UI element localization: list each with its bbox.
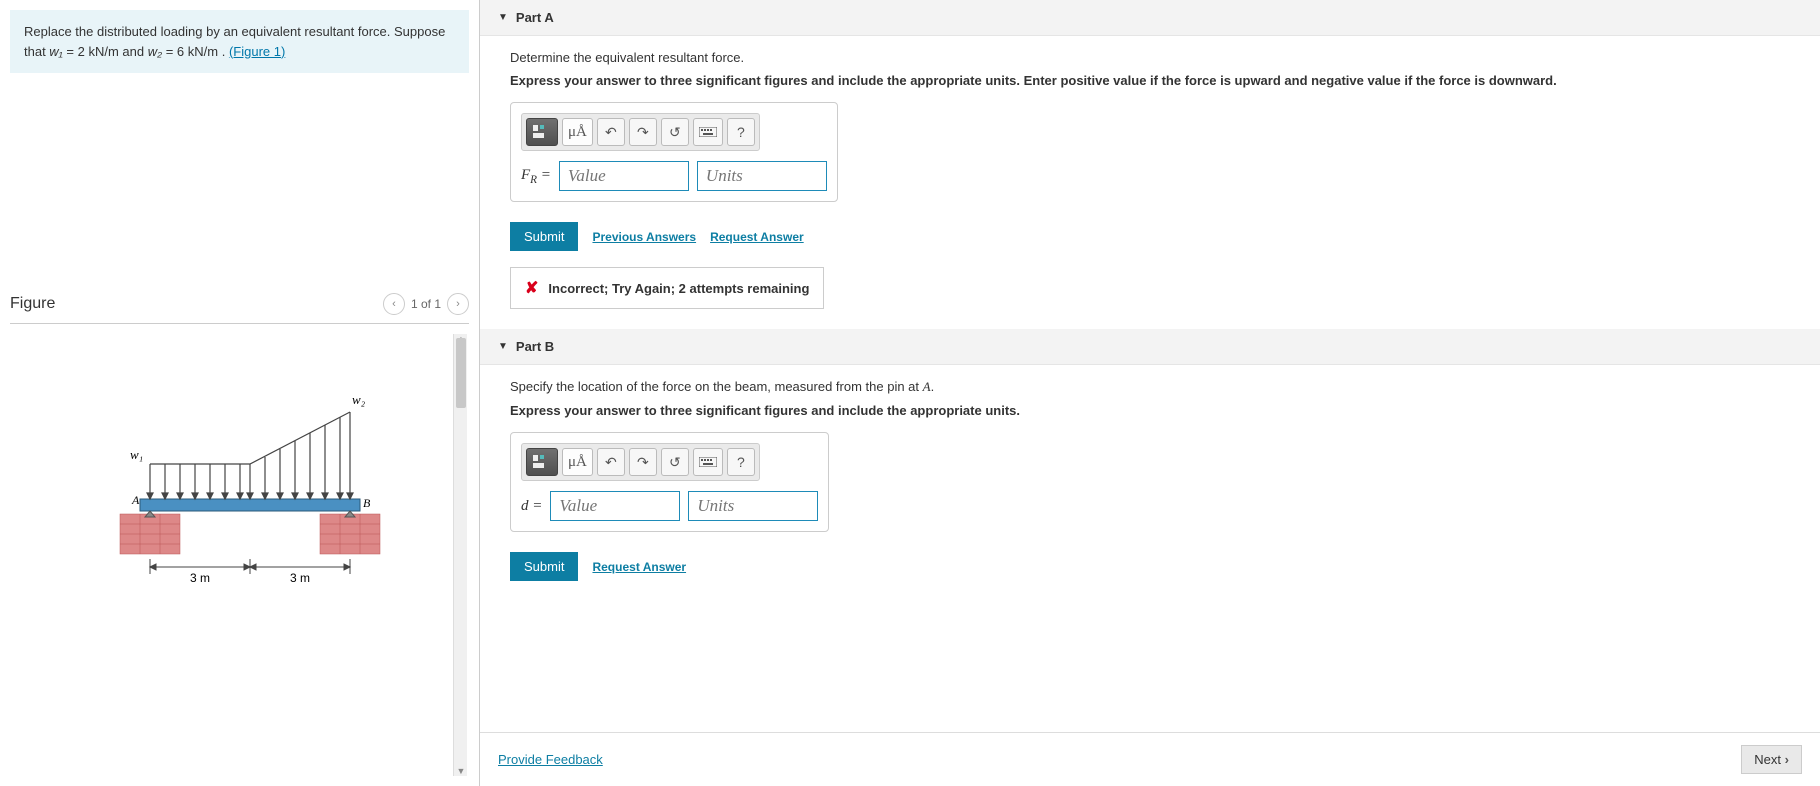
b-label: B: [363, 496, 371, 510]
problem-statement: Replace the distributed loading by an eq…: [10, 10, 469, 73]
figure-scrollbar[interactable]: ▲ ▼: [453, 334, 467, 776]
part-b-toolbar: μÅ ↶ ↷ ↺ ?: [521, 443, 760, 481]
units-button[interactable]: μÅ: [562, 118, 593, 146]
part-b-instr-var: A: [923, 379, 931, 394]
a-label: A: [131, 493, 140, 507]
period: .: [222, 44, 229, 59]
figure-link[interactable]: (Figure 1): [229, 44, 285, 59]
undo-button[interactable]: ↶: [597, 448, 625, 476]
part-b-submit-row: Submit Request Answer: [510, 552, 1790, 581]
figure-section: Figure ‹ 1 of 1 ›: [0, 293, 479, 776]
figure-nav: ‹ 1 of 1 ›: [383, 293, 469, 315]
right-panel: ▼ Part A Determine the equivalent result…: [480, 0, 1820, 786]
part-a-answer-row: FR =: [521, 161, 827, 191]
help-button[interactable]: ?: [727, 448, 755, 476]
part-a-value-input[interactable]: [559, 161, 689, 191]
part-a-toolbar: μÅ ↶ ↷ ↺ ?: [521, 113, 760, 151]
next-button[interactable]: Next ›: [1741, 745, 1802, 774]
w2-label: w₂: [352, 392, 366, 407]
dim1: 3 m: [190, 571, 210, 585]
incorrect-icon: ✘: [525, 278, 538, 298]
part-a-feedback: ✘ Incorrect; Try Again; 2 attempts remai…: [510, 267, 824, 309]
part-b-var-label: d =: [521, 498, 542, 515]
provide-feedback-link[interactable]: Provide Feedback: [498, 752, 603, 767]
reset-button[interactable]: ↺: [661, 118, 689, 146]
part-b-request-answer-link[interactable]: Request Answer: [592, 560, 686, 574]
w2-eq: = 6 kN/m: [162, 44, 218, 59]
templates-button[interactable]: [526, 118, 558, 146]
and: and: [122, 44, 147, 59]
part-b-instr-suffix: .: [931, 379, 935, 394]
part-a-submit-row: Submit Previous Answers Request Answer: [510, 222, 1790, 251]
figure-title: Figure: [10, 295, 55, 313]
figure-nav-text: 1 of 1: [411, 297, 441, 311]
part-a-bold-instruction: Express your answer to three significant…: [510, 73, 1790, 88]
part-b-answer-box: μÅ ↶ ↷ ↺ ? d =: [510, 432, 829, 532]
units-button[interactable]: μÅ: [562, 448, 593, 476]
figure-body: w₁ w₂ A B: [10, 334, 469, 776]
w1-var: w₁: [49, 44, 63, 59]
w1-eq: = 2 kN/m: [63, 44, 119, 59]
left-panel: Replace the distributed loading by an eq…: [0, 0, 480, 786]
footer: Provide Feedback Next ›: [480, 732, 1820, 786]
part-a-feedback-text: Incorrect; Try Again; 2 attempts remaini…: [548, 281, 809, 296]
caret-down-icon: ▼: [498, 12, 508, 23]
scroll-down-icon[interactable]: ▼: [454, 764, 468, 778]
redo-button[interactable]: ↷: [629, 448, 657, 476]
undo-button[interactable]: ↶: [597, 118, 625, 146]
part-b-submit-button[interactable]: Submit: [510, 552, 578, 581]
reset-button[interactable]: ↺: [661, 448, 689, 476]
scroll-thumb[interactable]: [456, 338, 466, 408]
w1-label: w₁: [130, 447, 143, 462]
help-button[interactable]: ?: [727, 118, 755, 146]
part-b-units-input[interactable]: [688, 491, 818, 521]
beam-diagram: w₁ w₂ A B: [90, 364, 390, 594]
part-a-var-label: FR =: [521, 167, 551, 186]
part-a-instruction: Determine the equivalent resultant force…: [510, 50, 1790, 65]
part-a-units-input[interactable]: [697, 161, 827, 191]
part-b-body: Specify the location of the force on the…: [480, 365, 1820, 601]
figure-next-button[interactable]: ›: [447, 293, 469, 315]
part-a-header[interactable]: ▼ Part A: [480, 0, 1820, 36]
part-b-instruction: Specify the location of the force on the…: [510, 379, 1790, 395]
part-b-header[interactable]: ▼ Part B: [480, 329, 1820, 365]
part-a-title: Part A: [516, 10, 554, 25]
caret-down-icon: ▼: [498, 341, 508, 352]
part-a-request-answer-link[interactable]: Request Answer: [710, 230, 804, 244]
keyboard-button[interactable]: [693, 118, 723, 146]
dim2: 3 m: [290, 571, 310, 585]
part-a-body: Determine the equivalent resultant force…: [480, 36, 1820, 329]
part-a-submit-button[interactable]: Submit: [510, 222, 578, 251]
redo-button[interactable]: ↷: [629, 118, 657, 146]
part-b-answer-row: d =: [521, 491, 818, 521]
part-b-title: Part B: [516, 339, 554, 354]
keyboard-button[interactable]: [693, 448, 723, 476]
part-b-instr-prefix: Specify the location of the force on the…: [510, 379, 923, 394]
part-a-previous-answers-link[interactable]: Previous Answers: [592, 230, 696, 244]
part-a-answer-box: μÅ ↶ ↷ ↺ ? FR =: [510, 102, 838, 202]
figure-header: Figure ‹ 1 of 1 ›: [10, 293, 469, 324]
templates-button[interactable]: [526, 448, 558, 476]
part-b-value-input[interactable]: [550, 491, 680, 521]
part-b-bold-instruction: Express your answer to three significant…: [510, 403, 1790, 418]
w2-var: w₂: [148, 44, 162, 59]
figure-prev-button[interactable]: ‹: [383, 293, 405, 315]
